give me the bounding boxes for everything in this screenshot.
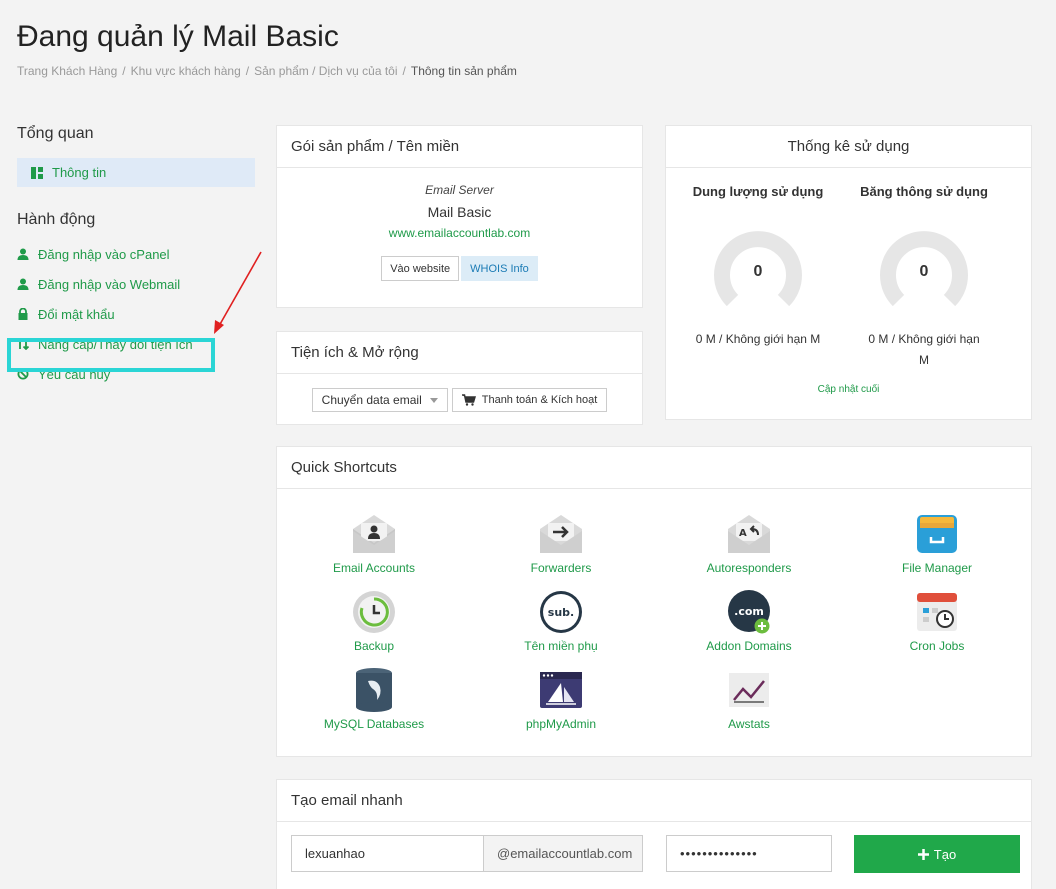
shortcut-phpmyadmin[interactable]: phpMyAdmin: [486, 667, 636, 731]
shortcut-label: MySQL Databases: [323, 717, 425, 731]
svg-text:sub.: sub.: [548, 606, 574, 619]
cron-jobs-icon: [917, 593, 957, 631]
bandwidth-usage-text: 0 M / Không giới hạn M: [844, 329, 1004, 371]
package-type: Email Server: [425, 183, 494, 197]
breadcrumb-current: Thông tin sản phẩm: [410, 64, 517, 78]
user-icon: [17, 278, 29, 290]
shortcut-file-manager[interactable]: File Manager: [862, 511, 1012, 575]
package-heading: Gói sản phẩm / Tên miền: [277, 126, 642, 168]
disk-usage-label: Dung lượng sử dụng: [692, 184, 824, 199]
pay-activate-label: Thanh toán & Kích hoạt: [481, 394, 598, 406]
bandwidth-gauge: 0: [878, 229, 970, 321]
email-username-input[interactable]: lexuanhao: [291, 835, 484, 872]
dropdown-label: Chuyển data email: [321, 393, 422, 407]
create-email-button[interactable]: Tạo: [854, 835, 1020, 873]
red-arrow-annotation: [214, 251, 262, 334]
cart-icon: [461, 394, 476, 406]
disk-usage-stat: Dung lượng sử dụng 0 0 M / Không giới hạ…: [678, 184, 838, 350]
package-name: Mail Basic: [427, 204, 492, 220]
page-title: Đang quản lý Mail Basic: [17, 20, 339, 53]
shortcut-label: Addon Domains: [706, 639, 792, 653]
shortcut-label: Cron Jobs: [909, 639, 965, 653]
disk-usage-line: 0 M / Không giới hạn M: [695, 332, 821, 346]
bandwidth-usage-line: 0 M / Không giới hạn: [868, 332, 980, 346]
shortcut-label: Email Accounts: [332, 561, 416, 575]
whois-info-button[interactable]: WHOIS Info: [461, 256, 538, 281]
lock-icon: [18, 308, 28, 320]
quick-email-panel: Tạo email nhanh lexuanhao @emailaccountl…: [276, 779, 1032, 889]
caret-down-icon: [429, 397, 438, 403]
actions-heading: Hành động: [17, 211, 96, 228]
disk-gauge-value: 0: [753, 263, 763, 280]
action-label: Đăng nhập vào Webmail: [38, 276, 181, 292]
forwarders-icon: [540, 515, 582, 553]
stats-heading: Thống kê sử dụng: [666, 126, 1031, 168]
svg-text:.com: .com: [734, 605, 764, 618]
breadcrumb-item[interactable]: Trang Khách Hàng: [17, 64, 117, 78]
shortcut-cron-jobs[interactable]: Cron Jobs: [862, 589, 1012, 653]
bandwidth-usage-line: M: [919, 353, 929, 367]
package-panel: Gói sản phẩm / Tên miền Email Server Mai…: [276, 125, 643, 308]
highlight-box: [7, 338, 215, 372]
dashboard-icon: [31, 166, 43, 179]
bandwidth-gauge-value: 0: [919, 263, 929, 280]
shortcut-label: Forwarders: [530, 561, 592, 575]
action-label: Đổi mật khẩu: [38, 306, 115, 322]
overview-heading: Tổng quan: [17, 125, 94, 142]
bandwidth-label: Băng thông sử dụng: [860, 184, 988, 199]
shortcut-addon-domains[interactable]: .com Addon Domains: [674, 589, 824, 653]
plus-icon: [917, 848, 929, 860]
subdomain-icon: sub.: [540, 591, 582, 633]
shortcut-forwarders[interactable]: Forwarders: [486, 511, 636, 575]
shortcut-label: File Manager: [901, 561, 973, 575]
svg-text:A: A: [739, 528, 747, 539]
shortcut-label: phpMyAdmin: [525, 717, 597, 731]
mysql-icon: [356, 668, 392, 712]
sidebar-item-label: Thông tin: [52, 165, 107, 180]
shortcut-backup[interactable]: Backup: [299, 589, 449, 653]
transfer-data-dropdown[interactable]: Chuyển data email: [311, 388, 448, 412]
user-icon: [17, 248, 29, 260]
bandwidth-stat: Băng thông sử dụng 0 0 M / Không giới hạ…: [844, 184, 1004, 371]
create-button-label: Tạo: [933, 846, 957, 862]
email-domain-addon: @emailaccountlab.com: [483, 835, 643, 872]
backup-icon: [353, 591, 395, 633]
visit-website-button[interactable]: Vào website: [381, 256, 460, 281]
breadcrumb: Trang Khách Hàng / Khu vực khách hàng / Sả…: [17, 64, 517, 78]
addon-domains-icon: .com: [728, 590, 770, 634]
file-manager-icon: [917, 515, 957, 553]
extensions-panel: Tiện ích & Mở rộng Chuyển data email Tha…: [276, 331, 643, 425]
shortcut-autoresponders[interactable]: A Autoresponders: [674, 511, 824, 575]
package-domain-link[interactable]: www.emailaccountlab.com: [277, 226, 642, 240]
shortcuts-heading: Quick Shortcuts: [277, 447, 1031, 489]
shortcut-email-accounts[interactable]: Email Accounts: [299, 511, 449, 575]
shortcut-label: Autoresponders: [706, 561, 792, 575]
shortcut-label: Awstats: [728, 717, 770, 731]
extensions-heading: Tiện ích & Mở rộng: [277, 332, 642, 374]
sidebar-item-info[interactable]: Thông tin: [17, 158, 255, 187]
action-label: Đăng nhập vào cPanel: [38, 246, 170, 262]
email-accounts-icon: [353, 515, 395, 553]
shortcut-subdomain[interactable]: sub. Tên miền phụ: [486, 589, 636, 653]
shortcut-label: Tên miền phụ: [524, 639, 598, 653]
shortcut-mysql[interactable]: MySQL Databases: [299, 667, 449, 731]
stats-panel: Thống kê sử dụng Dung lượng sử dụng 0 0 …: [665, 125, 1032, 420]
shortcuts-panel: Quick Shortcuts Email Accounts Forwarder…: [276, 446, 1032, 757]
last-updated-link[interactable]: Cập nhật cuối: [666, 384, 1031, 395]
phpmyadmin-icon: [540, 672, 582, 708]
shortcut-awstats[interactable]: Awstats: [674, 667, 824, 731]
shortcut-label: Backup: [353, 639, 395, 653]
awstats-icon: [729, 673, 769, 707]
quick-email-heading: Tạo email nhanh: [277, 780, 1031, 822]
breadcrumb-item[interactable]: Khu vực khách hàng: [131, 64, 241, 78]
pay-activate-button[interactable]: Thanh toán & Kích hoạt: [451, 388, 608, 412]
disk-gauge: 0: [712, 229, 804, 321]
autoresponders-icon: A: [728, 515, 770, 553]
disk-usage-text: 0 M / Không giới hạn M: [678, 329, 838, 350]
email-password-input[interactable]: ••••••••••••••: [666, 835, 832, 872]
breadcrumb-item[interactable]: Sản phẩm / Dịch vụ của tôi: [254, 64, 397, 78]
